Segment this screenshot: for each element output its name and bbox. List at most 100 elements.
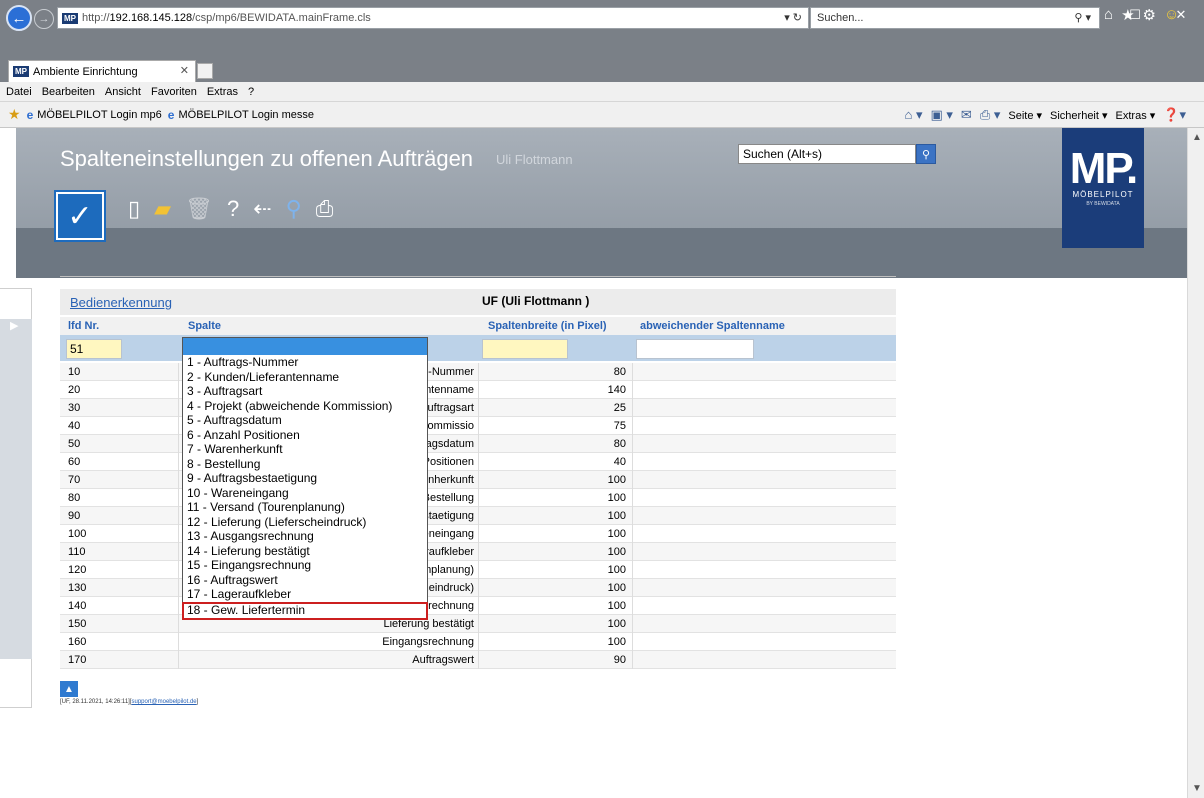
search-icon: ⚲ <box>921 148 931 161</box>
dropdown-option[interactable]: 10 - Wareneingang <box>183 486 427 501</box>
dropdown-option[interactable]: 16 - Auftragswert <box>183 573 427 588</box>
help-question-icon[interactable]: ? <box>227 196 239 222</box>
print-icon[interactable]: ⎙ ▾ <box>980 107 1001 123</box>
command-seite[interactable]: Seite ▾ <box>1008 109 1042 122</box>
cell-nr: 100 <box>68 528 87 540</box>
logo-mark: MP. <box>1069 144 1139 193</box>
save-check-button[interactable]: ✓ <box>56 192 104 240</box>
menu-extras[interactable]: Extras <box>207 86 238 98</box>
dropdown-option[interactable]: 12 - Lieferung (Lieferscheindruck) <box>183 515 427 530</box>
menu-datei[interactable]: Datei <box>6 86 32 98</box>
dropdown-option[interactable]: 11 - Versand (Tourenplanung) <box>183 500 427 515</box>
dropdown-option[interactable]: 7 - Warenherkunft <box>183 442 427 457</box>
tab-close-icon[interactable]: ✕ <box>180 64 189 77</box>
col-header-spalte[interactable]: Spalte <box>188 320 221 332</box>
app-search-button[interactable]: ⚲ <box>916 144 936 164</box>
dropdown-option[interactable]: 8 - Bestellung <box>183 457 427 472</box>
cell-width: 100 <box>607 474 626 486</box>
favorites-star-icon[interactable]: ★ <box>1121 6 1134 24</box>
scroll-up-icon[interactable]: ▲ <box>1192 132 1202 143</box>
menu-help[interactable]: ? <box>248 86 254 98</box>
cell-width: 25 <box>613 402 626 414</box>
col-header-nr[interactable]: lfd Nr. <box>68 320 99 332</box>
dropdown-selected-empty[interactable] <box>183 338 427 355</box>
scroll-top-button[interactable]: ▲ <box>60 681 78 697</box>
bedienerkennung-link[interactable]: Bedienerkennung <box>70 295 172 310</box>
action-toolbar: ▯ ▰ 🗑 ? ⇠ ⚲ ⎙ <box>128 196 333 222</box>
cell-width: 140 <box>607 384 626 396</box>
dropdown-option[interactable]: 6 - Anzahl Positionen <box>183 428 427 443</box>
user-code: UF (Uli Flottmann ) <box>482 294 590 308</box>
browser-search-input[interactable]: Suchen... ⚲ ▾ <box>810 7 1100 29</box>
back-arrow-icon[interactable]: ⇠ <box>253 196 271 222</box>
refresh-icon[interactable]: ▾ ↻ <box>784 11 802 24</box>
add-favorite-star-icon[interactable]: ★ <box>8 106 21 123</box>
cell-separator <box>632 363 633 381</box>
new-document-icon[interactable]: ▯ <box>128 196 140 222</box>
cell-separator <box>478 633 479 651</box>
smiley-icon[interactable]: ☺ <box>1164 6 1179 24</box>
support-mail-link[interactable]: support@moebelpilot.de <box>132 699 197 705</box>
address-bar[interactable]: MP http://192.168.145.128/csp/mp6/BEWIDA… <box>57 7 809 29</box>
cell-nr: 140 <box>68 600 87 612</box>
cell-nr: 130 <box>68 582 87 594</box>
dropdown-option[interactable]: 14 - Lieferung bestätigt <box>183 544 427 559</box>
dropdown-option[interactable]: 9 - Auftragsbestaetigung <box>183 471 427 486</box>
search-icon[interactable]: ⚲ ▾ <box>1074 11 1091 24</box>
dropdown-option[interactable]: 13 - Ausgangsrechnung <box>183 529 427 544</box>
spalte-dropdown-list[interactable]: 1 - Auftrags-Nummer 2 - Kunden/Lieferante… <box>182 337 428 620</box>
dropdown-option[interactable]: 4 - Projekt (abweichende Kommission) <box>183 399 427 414</box>
dropdown-option[interactable]: 17 - Lageraufkleber <box>183 587 427 602</box>
logo-text: MÖBELPILOT <box>1072 190 1134 199</box>
dropdown-option[interactable]: 1 - Auftrags-Nummer <box>183 355 427 370</box>
menu-bearbeiten[interactable]: Bearbeiten <box>42 86 95 98</box>
footer-info: [UF, 28.11.2021, 14:26:11][support@moebe… <box>60 699 198 705</box>
url-host: 192.168.145.128 <box>109 12 193 24</box>
moebelpilot-logo: MP. MÖBELPILOT BY BEWIDATA <box>1062 128 1144 248</box>
table-row[interactable]: 170 Auftragswert 90 <box>60 651 896 669</box>
feeds-icon[interactable]: ▣ ▾ <box>930 107 952 123</box>
forward-button[interactable]: → <box>34 9 54 29</box>
lfd-nr-input[interactable] <box>66 339 122 359</box>
home-icon[interactable]: ⌂ ▾ <box>904 107 922 123</box>
dropdown-option[interactable]: 5 - Auftragsdatum <box>183 413 427 428</box>
col-header-name[interactable]: abweichender Spaltenname <box>640 320 785 332</box>
cell-nr: 70 <box>68 474 81 486</box>
gear-icon[interactable]: ⚙ <box>1143 6 1156 24</box>
menu-ansicht[interactable]: Ansicht <box>105 86 141 98</box>
dropdown-option[interactable]: 3 - Auftragsart <box>183 384 427 399</box>
new-tab-button[interactable] <box>197 63 213 79</box>
menu-favoriten[interactable]: Favoriten <box>151 86 197 98</box>
command-extras[interactable]: Extras ▾ <box>1116 109 1156 122</box>
cell-separator <box>632 507 633 525</box>
mail-icon[interactable]: ✉ <box>961 107 972 123</box>
cell-separator <box>632 651 633 669</box>
page-scrollbar[interactable]: ▲ ▼ <box>1187 128 1204 798</box>
cell-separator <box>178 579 179 597</box>
favorite-link-mp6[interactable]: e MÖBELPILOT Login mp6 <box>27 108 162 122</box>
cell-nr: 170 <box>68 654 87 666</box>
tab-ambiente-einrichtung[interactable]: MP Ambiente Einrichtung ✕ <box>8 60 196 82</box>
cell-spalte: Eingangsrechnung <box>382 636 474 648</box>
open-folder-icon[interactable]: ▰ <box>154 196 171 222</box>
table-row[interactable]: 160 Eingangsrechnung 100 <box>60 633 896 651</box>
dropdown-option[interactable]: 15 - Eingangsrechnung <box>183 558 427 573</box>
help-icon[interactable]: ❓▾ <box>1163 107 1186 123</box>
trash-icon[interactable]: 🗑 <box>185 196 213 222</box>
column-width-input[interactable] <box>482 339 568 359</box>
col-header-width[interactable]: Spaltenbreite (in Pixel) <box>488 320 607 332</box>
app-search-input[interactable]: Suchen (Alt+s) <box>738 144 916 164</box>
search-magnifier-icon[interactable]: ⚲ <box>286 196 302 222</box>
scroll-down-icon[interactable]: ▼ <box>1192 783 1202 794</box>
command-sicherheit[interactable]: Sicherheit ▾ <box>1050 109 1108 122</box>
home-icon[interactable]: ⌂ <box>1104 6 1113 24</box>
chevron-right-icon[interactable]: ▶ <box>10 319 18 332</box>
alt-column-name-input[interactable] <box>636 339 754 359</box>
back-button[interactable]: ← <box>6 5 32 31</box>
panel-header: Bedienerkennung UF (Uli Flottmann ) <box>60 289 896 315</box>
dropdown-option[interactable]: 2 - Kunden/Lieferantenname <box>183 370 427 385</box>
favorite-link-messe[interactable]: e MÖBELPILOT Login messe <box>168 108 314 122</box>
side-panel-handle[interactable]: ▶ <box>0 288 32 708</box>
dropdown-option[interactable]: 18 - Gew. Liefertermin <box>182 601 428 620</box>
printer-icon[interactable]: ⎙ <box>316 196 334 222</box>
